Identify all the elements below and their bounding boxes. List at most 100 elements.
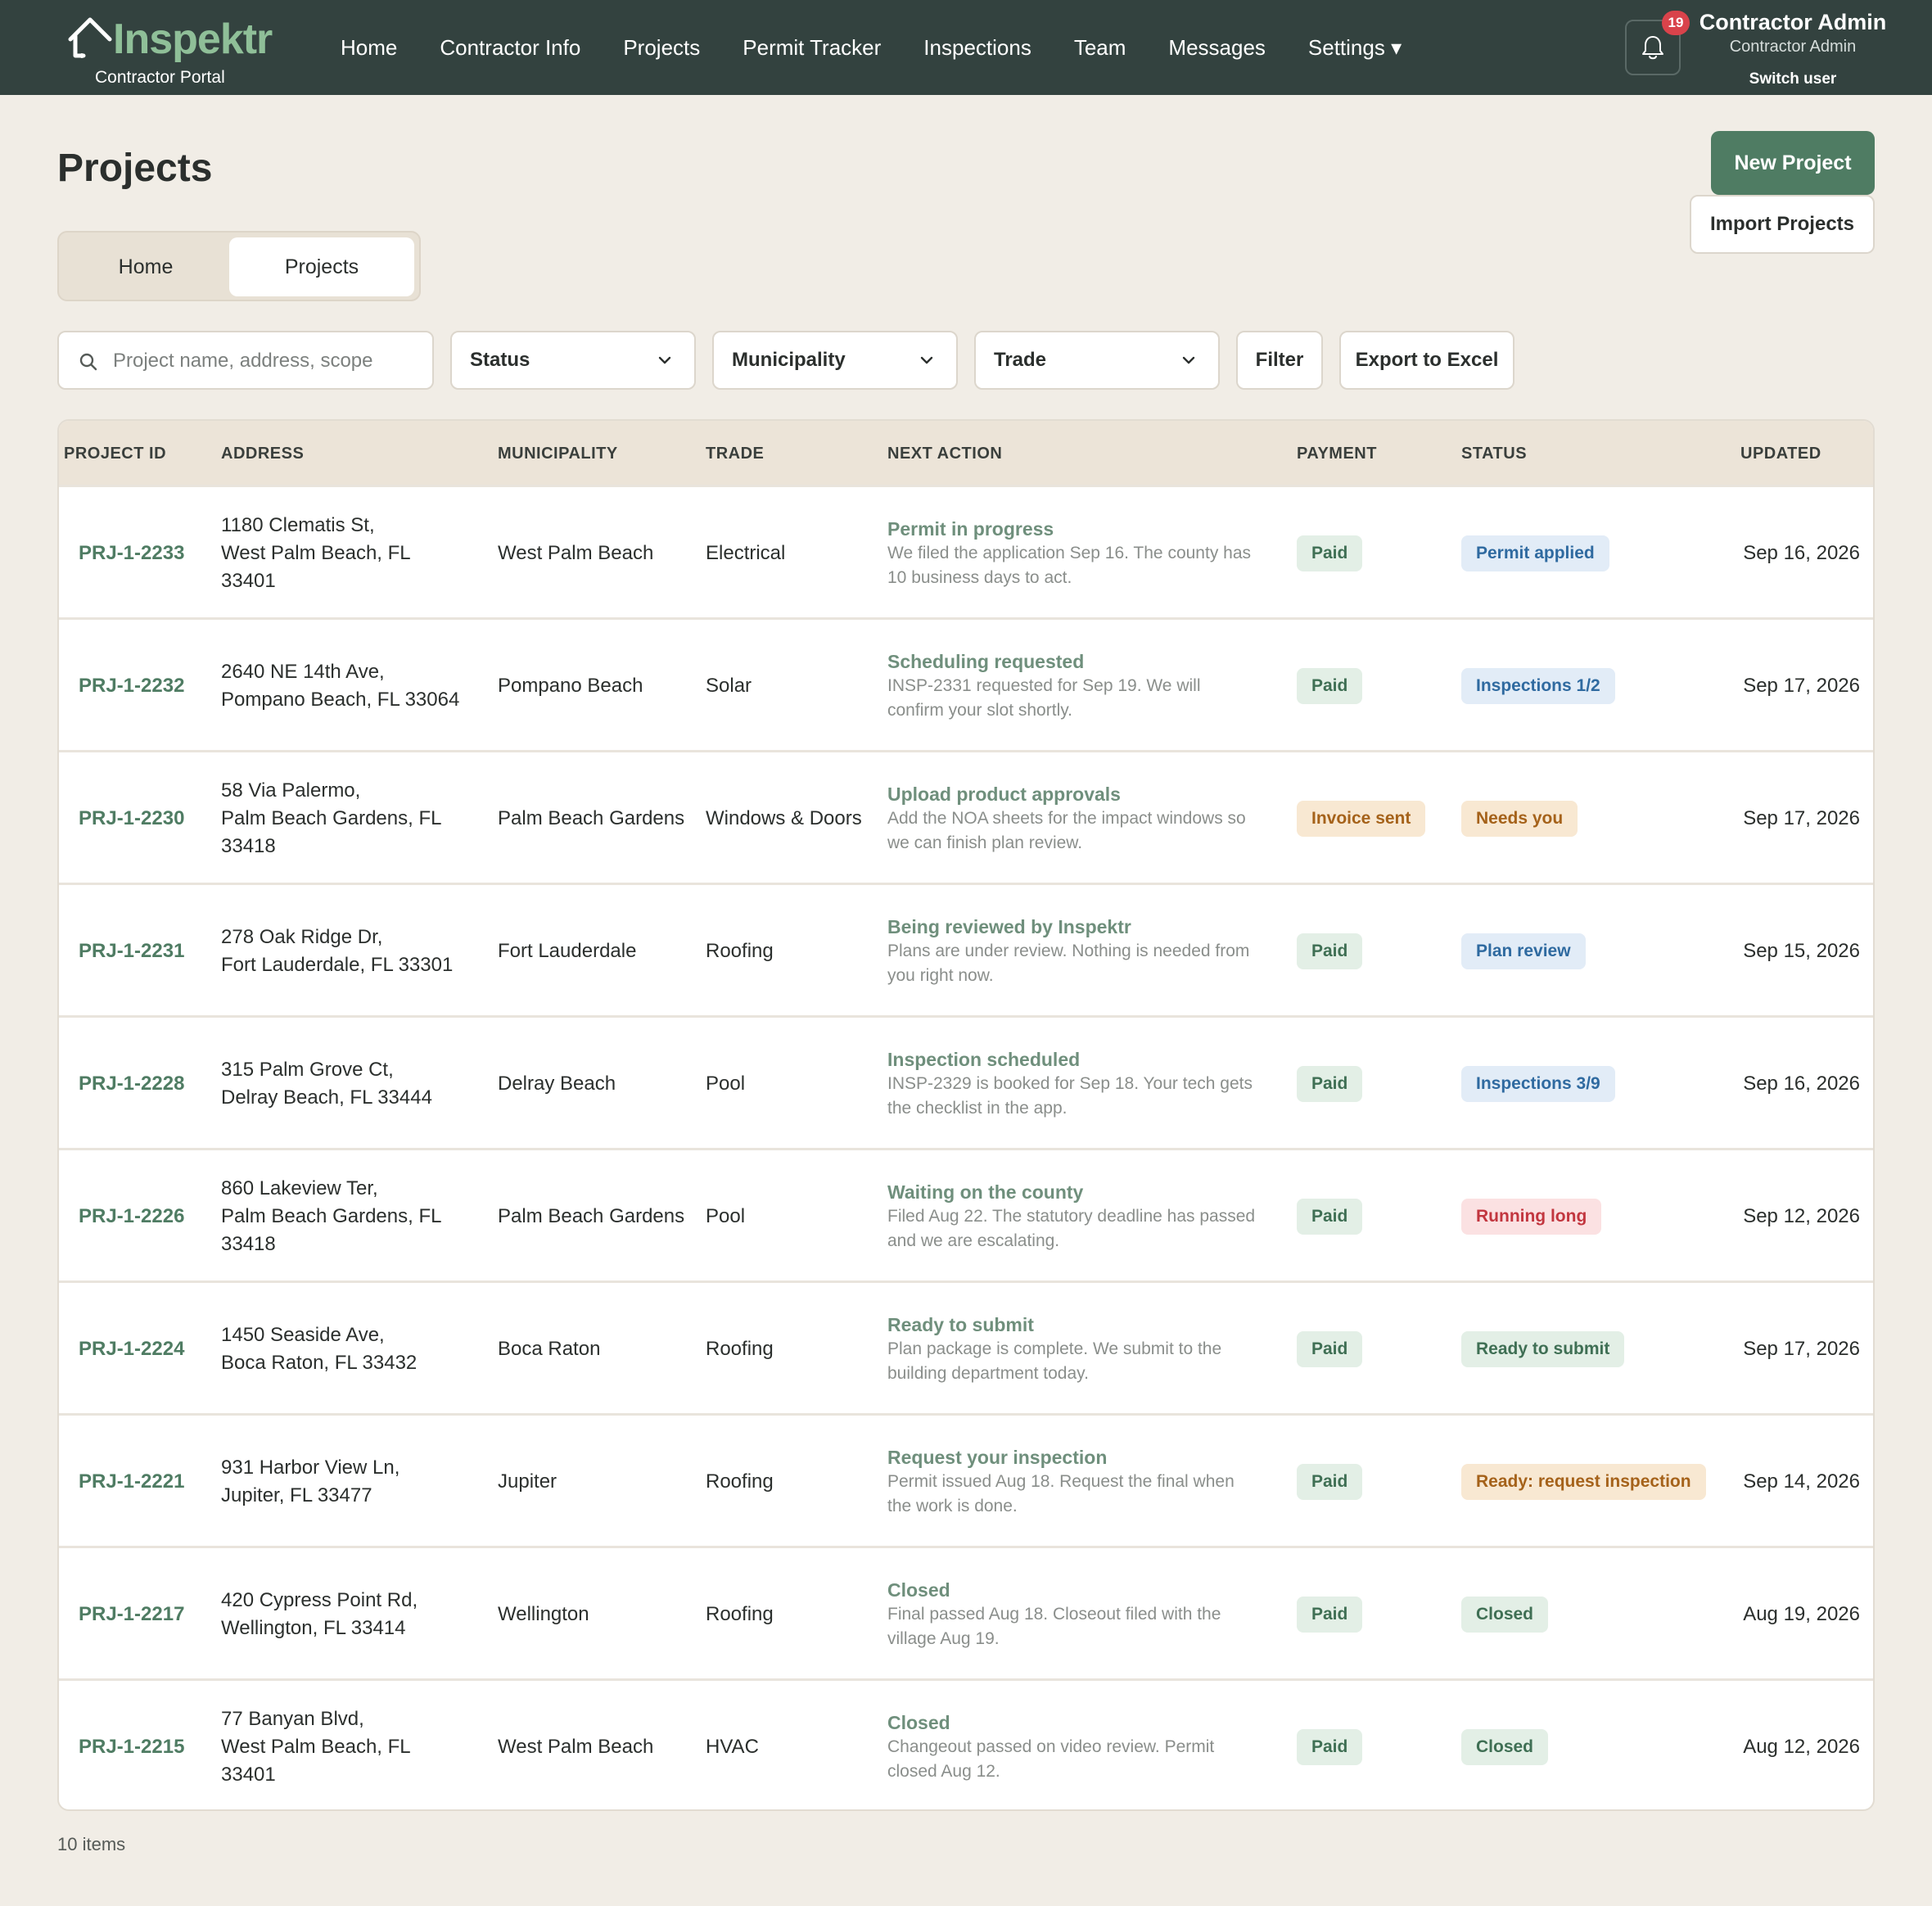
- filter-button[interactable]: Filter: [1236, 331, 1323, 390]
- table-row[interactable]: PRJ-1-2231 278 Oak Ridge Dr, Fort Lauder…: [59, 883, 1873, 1015]
- status-badge: Needs you: [1461, 801, 1578, 837]
- trade-dropdown-label: Trade: [994, 349, 1047, 371]
- project-id-link[interactable]: PRJ-1-2231: [79, 885, 218, 1018]
- new-project-button[interactable]: New Project: [1711, 131, 1875, 195]
- nav-projects[interactable]: Projects: [602, 0, 721, 95]
- project-id-link[interactable]: PRJ-1-2215: [79, 1681, 218, 1809]
- table-row[interactable]: PRJ-1-2215 77 Banyan Blvd, West Palm Bea…: [59, 1678, 1873, 1809]
- address-cell: 278 Oak Ridge Dr, Fort Lauderdale, FL 33…: [221, 885, 483, 1018]
- trade-cell: Windows & Doors: [706, 807, 862, 829]
- project-id-link[interactable]: PRJ-1-2230: [79, 752, 218, 885]
- view-tabs: Home Projects: [57, 231, 421, 301]
- address-line: 33401: [221, 570, 276, 592]
- address-cell: 58 Via Palermo, Palm Beach Gardens, FL 3…: [221, 752, 483, 885]
- next-action-cell: Scheduling requested INSP-2331 requested…: [887, 620, 1256, 752]
- table-row[interactable]: PRJ-1-2226 860 Lakeview Ter, Palm Beach …: [59, 1148, 1873, 1280]
- address-line: Boca Raton, FL 33432: [221, 1352, 418, 1374]
- municipality-cell: Pompano Beach: [498, 675, 643, 697]
- payment-badge: Paid: [1297, 535, 1363, 571]
- payment-badge: Paid: [1297, 1199, 1363, 1235]
- top-navigation-bar: Inspektr Contractor Portal Home Contract…: [0, 0, 1932, 95]
- next-action-description: Plans are under review. Nothing is neede…: [887, 942, 1250, 985]
- payment-badge: Paid: [1297, 1464, 1363, 1500]
- column-header-updated[interactable]: UPDATED: [1740, 421, 1821, 486]
- address-line: 1450 Seaside Ave,: [221, 1324, 385, 1346]
- column-header-municipality[interactable]: MUNICIPALITY: [498, 421, 618, 486]
- nav-settings-dropdown[interactable]: Settings ▾: [1287, 0, 1423, 95]
- next-action-cell: Request your inspection Permit issued Au…: [887, 1416, 1256, 1548]
- payment-cell: Paid: [1297, 1283, 1460, 1416]
- address-line: Palm Beach Gardens, FL: [221, 1205, 442, 1227]
- payment-cell: Paid: [1297, 1150, 1460, 1283]
- chevron-down-icon: [920, 356, 933, 364]
- column-header-next-action[interactable]: NEXT ACTION: [887, 421, 1002, 486]
- trade-dropdown[interactable]: Trade: [974, 331, 1220, 390]
- payment-cell: Invoice sent: [1297, 752, 1460, 885]
- search-input[interactable]: [113, 341, 424, 382]
- status-cell: Ready to submit: [1461, 1283, 1723, 1416]
- table-row[interactable]: PRJ-1-2232 2640 NE 14th Ave, Pompano Bea…: [59, 617, 1873, 750]
- trade-cell: HVAC: [706, 1736, 759, 1758]
- project-id-link[interactable]: PRJ-1-2228: [79, 1018, 218, 1150]
- project-id-link[interactable]: PRJ-1-2232: [79, 620, 218, 752]
- next-action-title: Upload product approvals: [887, 784, 1121, 805]
- next-action-cell: Closed Final passed Aug 18. Closeout fil…: [887, 1548, 1256, 1681]
- column-header-project-id[interactable]: PROJECT ID: [64, 421, 166, 486]
- municipality-cell: Fort Lauderdale: [498, 940, 637, 962]
- status-badge: Closed: [1461, 1597, 1549, 1633]
- trade-cell: Roofing: [706, 1470, 774, 1493]
- payment-badge: Paid: [1297, 933, 1363, 969]
- project-id-link[interactable]: PRJ-1-2217: [79, 1548, 218, 1681]
- table-row[interactable]: PRJ-1-2224 1450 Seaside Ave, Boca Raton,…: [59, 1280, 1873, 1413]
- project-id-link[interactable]: PRJ-1-2224: [79, 1283, 218, 1416]
- table-row[interactable]: PRJ-1-2221 931 Harbor View Ln, Jupiter, …: [59, 1413, 1873, 1546]
- trade-cell: Electrical: [706, 542, 786, 564]
- column-header-address[interactable]: ADDRESS: [221, 421, 304, 486]
- next-action-title: Ready to submit: [887, 1314, 1034, 1335]
- nav-inspections[interactable]: Inspections: [902, 0, 1053, 95]
- project-id-link[interactable]: PRJ-1-2226: [79, 1150, 218, 1283]
- municipality-dropdown[interactable]: Municipality: [712, 331, 958, 390]
- updated-date: Sep 17, 2026: [1743, 1338, 1860, 1360]
- table-row[interactable]: PRJ-1-2217 420 Cypress Point Rd, Welling…: [59, 1546, 1873, 1678]
- trade-cell: Pool: [706, 1073, 746, 1095]
- next-action-title: Waiting on the county: [887, 1181, 1084, 1203]
- export-to-excel-button[interactable]: Export to Excel: [1339, 331, 1514, 390]
- projects-table: PROJECT ID ADDRESS MUNICIPALITY TRADE NE…: [57, 419, 1875, 1811]
- updated-date: Sep 17, 2026: [1743, 675, 1860, 697]
- next-action-title: Being reviewed by Inspektr: [887, 916, 1131, 937]
- import-projects-button[interactable]: Import Projects: [1690, 195, 1875, 254]
- municipality-cell: Delray Beach: [498, 1073, 616, 1095]
- nav-home[interactable]: Home: [319, 0, 418, 95]
- column-header-status[interactable]: STATUS: [1461, 421, 1527, 486]
- address-line: Palm Beach Gardens, FL: [221, 807, 442, 829]
- column-header-payment[interactable]: PAYMENT: [1297, 421, 1377, 486]
- address-cell: 1180 Clematis St, West Palm Beach, FL 33…: [221, 487, 483, 620]
- table-row[interactable]: PRJ-1-2233 1180 Clematis St, West Palm B…: [59, 485, 1873, 617]
- table-row[interactable]: PRJ-1-2230 58 Via Palermo, Palm Beach Ga…: [59, 750, 1873, 883]
- switch-user-link[interactable]: Switch user: [1695, 69, 1891, 90]
- project-id-link[interactable]: PRJ-1-2233: [79, 487, 218, 620]
- updated-date: Sep 16, 2026: [1743, 542, 1860, 564]
- next-action-description: We filed the application Sep 16. The cou…: [887, 544, 1252, 587]
- table-row[interactable]: PRJ-1-2228 315 Palm Grove Ct, Delray Bea…: [59, 1015, 1873, 1148]
- nav-contractor-info[interactable]: Contractor Info: [418, 0, 602, 95]
- nav-permit-tracker[interactable]: Permit Tracker: [721, 0, 902, 95]
- project-id-link[interactable]: PRJ-1-2221: [79, 1416, 218, 1548]
- address-line: 931 Harbor View Ln,: [221, 1457, 400, 1479]
- payment-cell: Paid: [1297, 487, 1460, 620]
- brand-logo[interactable]: Inspektr Contractor Portal: [65, 13, 273, 92]
- next-action-title: Scheduling requested: [887, 651, 1085, 672]
- payment-cell: Paid: [1297, 620, 1460, 752]
- status-dropdown[interactable]: Status: [450, 331, 696, 390]
- column-header-trade[interactable]: TRADE: [706, 421, 764, 486]
- tab-projects[interactable]: Projects: [229, 237, 414, 296]
- trade-cell: Solar: [706, 675, 752, 697]
- status-cell: Running long: [1461, 1150, 1723, 1283]
- nav-messages[interactable]: Messages: [1147, 0, 1287, 95]
- updated-date: Sep 16, 2026: [1743, 1073, 1860, 1095]
- trade-cell: Pool: [706, 1205, 746, 1227]
- address-cell: 420 Cypress Point Rd, Wellington, FL 334…: [221, 1548, 483, 1681]
- tab-home[interactable]: Home: [65, 237, 226, 296]
- nav-team[interactable]: Team: [1053, 0, 1148, 95]
